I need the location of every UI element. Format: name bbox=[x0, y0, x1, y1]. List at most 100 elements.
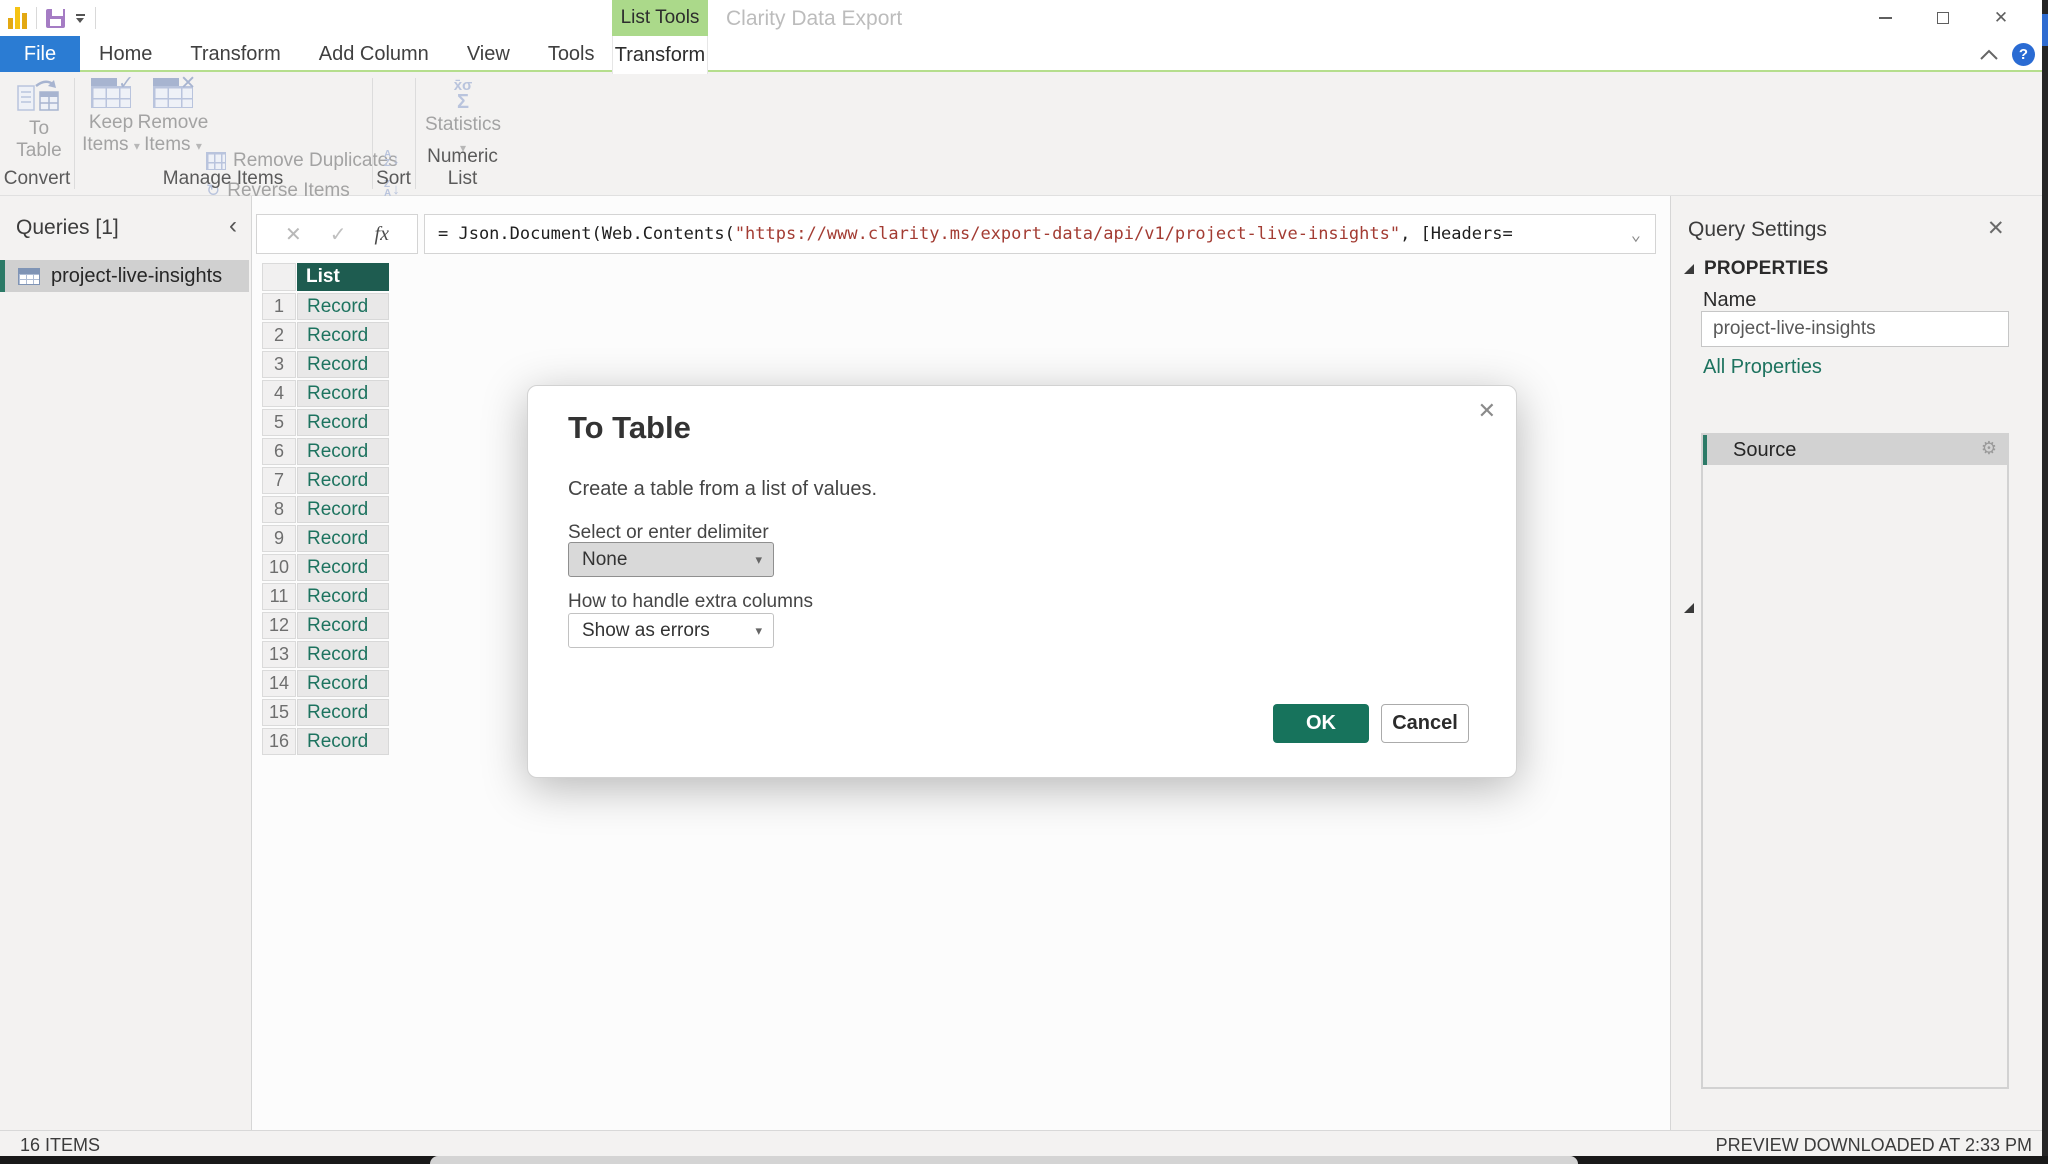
table-row: 16 Record bbox=[262, 728, 389, 755]
row-value[interactable]: Record bbox=[297, 728, 389, 755]
dialog-title: To Table bbox=[568, 410, 691, 446]
all-properties-link[interactable]: All Properties bbox=[1703, 356, 1822, 379]
table-row: 11 Record bbox=[262, 583, 389, 610]
tab-list-tools-transform[interactable]: Transform bbox=[612, 36, 708, 74]
row-value[interactable]: Record bbox=[297, 496, 389, 523]
fx-icon[interactable]: fx bbox=[375, 223, 389, 246]
formula-url-string: "https://www.clarity.ms/export-data/api/… bbox=[735, 224, 1400, 244]
status-bar: 16 ITEMS PREVIEW DOWNLOADED AT 2:33 PM bbox=[0, 1130, 2042, 1156]
close-button[interactable]: ✕ bbox=[1972, 0, 2030, 36]
contextual-tab-group-list-tools: List Tools bbox=[612, 0, 708, 36]
row-number[interactable]: 3 bbox=[262, 351, 296, 378]
dialog-close-icon[interactable]: ✕ bbox=[1478, 398, 1496, 424]
gear-icon[interactable]: ⚙ bbox=[1981, 438, 1997, 459]
extra-columns-label: How to handle extra columns bbox=[568, 591, 813, 613]
expand-formula-bar-icon[interactable]: ⌄ bbox=[1631, 225, 1641, 245]
collapse-ribbon-icon[interactable] bbox=[1978, 48, 2000, 62]
collapse-pane-icon[interactable]: ‹ bbox=[229, 216, 237, 236]
collapse-triangle-icon bbox=[1684, 603, 1694, 613]
row-number[interactable]: 15 bbox=[262, 699, 296, 726]
keep-items-button[interactable]: ✓ Keep Items ▾ bbox=[82, 78, 140, 156]
row-value[interactable]: Record bbox=[297, 583, 389, 610]
maximize-button[interactable] bbox=[1914, 0, 1972, 36]
queries-pane: Queries [1] ‹ project-live-insights bbox=[0, 196, 252, 1130]
row-value[interactable]: Record bbox=[297, 322, 389, 349]
table-icon bbox=[18, 268, 40, 285]
row-value[interactable]: Record bbox=[297, 525, 389, 552]
background-window-blue-fragment bbox=[2042, 14, 2048, 46]
tab-add-column[interactable]: Add Column bbox=[300, 36, 448, 72]
row-number[interactable]: 6 bbox=[262, 438, 296, 465]
statistics-icon: x̄σ Σ bbox=[454, 78, 473, 110]
queries-pane-title: Queries [1] bbox=[16, 216, 119, 240]
row-value[interactable]: Record bbox=[297, 351, 389, 378]
list-column-header[interactable]: List bbox=[297, 263, 389, 291]
window-controls: ✕ bbox=[1856, 0, 2030, 36]
row-number[interactable]: 9 bbox=[262, 525, 296, 552]
row-value[interactable]: Record bbox=[297, 554, 389, 581]
formula-text: , [Headers= bbox=[1400, 224, 1513, 244]
row-value[interactable]: Record bbox=[297, 409, 389, 436]
row-value[interactable]: Record bbox=[297, 670, 389, 697]
name-label: Name bbox=[1703, 289, 1756, 312]
ok-button[interactable]: OK bbox=[1273, 704, 1369, 743]
cancel-formula-icon[interactable]: ✕ bbox=[285, 222, 302, 247]
row-number[interactable]: 1 bbox=[262, 293, 296, 320]
tab-file[interactable]: File bbox=[0, 36, 80, 72]
properties-section-header[interactable]: PROPERTIES bbox=[1684, 258, 1828, 280]
list-preview-table: List 1 Record 2 Record 3 Record 4 Record… bbox=[262, 263, 389, 757]
row-number[interactable]: 12 bbox=[262, 612, 296, 639]
row-number[interactable]: 13 bbox=[262, 641, 296, 668]
row-value[interactable]: Record bbox=[297, 293, 389, 320]
row-value[interactable]: Record bbox=[297, 380, 389, 407]
commit-formula-icon[interactable]: ✓ bbox=[330, 222, 347, 247]
power-query-editor-window: List Tools Clarity Data Export ✕ File Ho… bbox=[0, 0, 2048, 1164]
row-number[interactable]: 16 bbox=[262, 728, 296, 755]
row-number[interactable]: 10 bbox=[262, 554, 296, 581]
table-header-row: List bbox=[262, 263, 389, 291]
extra-columns-dropdown[interactable]: Show as errors ▾ bbox=[568, 613, 774, 648]
row-value[interactable]: Record bbox=[297, 612, 389, 639]
formula-bar-input[interactable]: = Json.Document(Web.Contents("https://ww… bbox=[424, 214, 1656, 254]
background-window-edge bbox=[2042, 0, 2048, 1164]
row-number[interactable]: 7 bbox=[262, 467, 296, 494]
row-value[interactable]: Record bbox=[297, 438, 389, 465]
preview-downloaded-status: PREVIEW DOWNLOADED AT 2:33 PM bbox=[1716, 1135, 2032, 1156]
table-row: 5 Record bbox=[262, 409, 389, 436]
tab-transform[interactable]: Transform bbox=[171, 36, 299, 72]
delimiter-dropdown[interactable]: None ▾ bbox=[568, 542, 774, 577]
row-value[interactable]: Record bbox=[297, 699, 389, 726]
row-value[interactable]: Record bbox=[297, 641, 389, 668]
tab-tools[interactable]: Tools bbox=[529, 36, 614, 72]
help-icon[interactable]: ? bbox=[2012, 43, 2035, 66]
row-number[interactable]: 4 bbox=[262, 380, 296, 407]
applied-step-source[interactable]: Source ⚙ bbox=[1703, 435, 2007, 465]
tab-view[interactable]: View bbox=[448, 36, 529, 72]
to-table-button[interactable]: To Table bbox=[8, 78, 70, 162]
sort-ascending-button[interactable]: AZ ↓ bbox=[384, 150, 400, 168]
row-number[interactable]: 11 bbox=[262, 583, 296, 610]
query-item-project-live-insights[interactable]: project-live-insights bbox=[0, 260, 249, 292]
query-name-input[interactable] bbox=[1701, 311, 2009, 347]
remove-items-button[interactable]: ✕ Remove Items ▾ bbox=[144, 78, 202, 156]
cancel-button[interactable]: Cancel bbox=[1381, 704, 1469, 743]
minimize-button[interactable] bbox=[1856, 0, 1914, 36]
dropdown-caret-icon: ▾ bbox=[755, 623, 762, 639]
row-number[interactable]: 8 bbox=[262, 496, 296, 523]
bottom-screen-edge bbox=[0, 1156, 2048, 1164]
close-pane-icon[interactable]: ✕ bbox=[1987, 216, 2005, 241]
table-row: 13 Record bbox=[262, 641, 389, 668]
keep-items-icon: ✓ bbox=[91, 78, 131, 108]
group-label-numeric-list: Numeric List bbox=[415, 146, 510, 190]
customize-toolbar-caret-icon[interactable] bbox=[74, 14, 86, 23]
row-number[interactable]: 14 bbox=[262, 670, 296, 697]
save-icon[interactable] bbox=[46, 9, 65, 28]
to-table-icon bbox=[16, 78, 62, 114]
row-number[interactable]: 5 bbox=[262, 409, 296, 436]
dropdown-caret-icon: ▾ bbox=[755, 552, 762, 568]
divider bbox=[95, 7, 96, 29]
tab-home[interactable]: Home bbox=[80, 36, 171, 72]
row-number[interactable]: 2 bbox=[262, 322, 296, 349]
row-value[interactable]: Record bbox=[297, 467, 389, 494]
collapse-triangle-icon bbox=[1684, 264, 1694, 274]
